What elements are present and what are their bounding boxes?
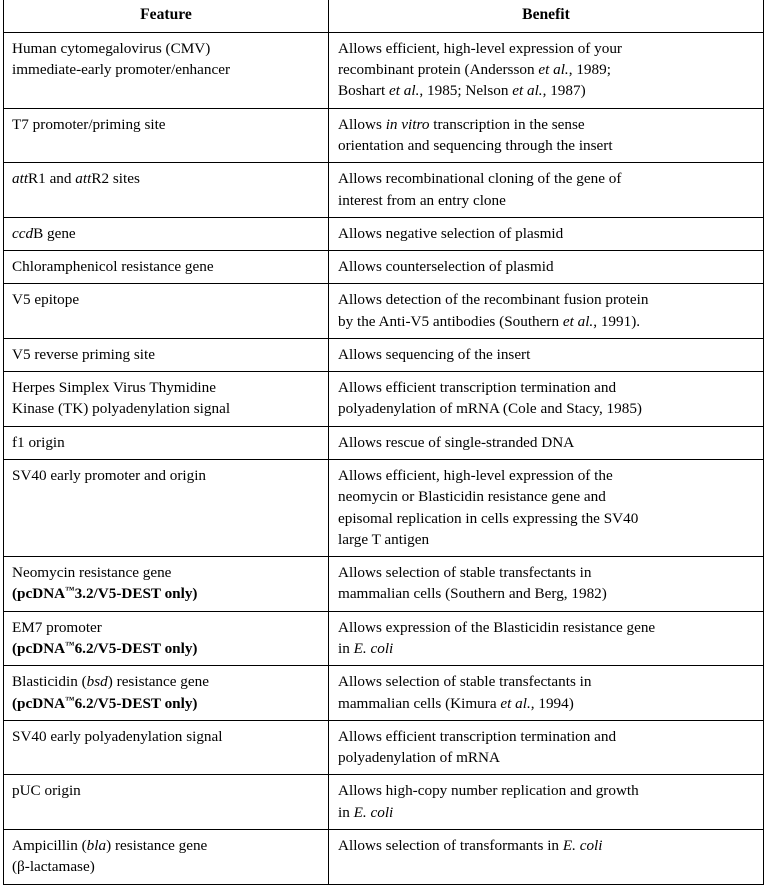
- benefit-cell: Allows selection of stable transfectants…: [328, 665, 764, 721]
- feature-cell: Blasticidin (bsd) resistance gene (pcDNA™…: [3, 665, 329, 721]
- feature-cell: Herpes Simplex Virus Thymidine Kinase (TK…: [3, 371, 329, 427]
- benefit-cell: Allows selection of stable transfectants…: [328, 556, 764, 612]
- table-row: Herpes Simplex Virus Thymidine Kinase (TK…: [3, 371, 764, 427]
- benefit-cell: Allows efficient transcription terminati…: [328, 371, 764, 427]
- benefit-cell: Allows selection of transformants in E. …: [328, 828, 764, 885]
- feature-cell: T7 promoter/priming site: [3, 107, 329, 164]
- feature-cell: V5 reverse priming site: [3, 337, 329, 373]
- benefit-cell: Allows rescue of single-stranded DNA: [328, 425, 764, 461]
- feature-cell: pUC origin: [3, 774, 329, 830]
- feature-cell: Chloramphenicol resistance gene: [3, 250, 329, 285]
- table-row: attR1 and attR2 sites Allows recombinati…: [3, 162, 764, 218]
- benefit-cell: Allows efficient transcription terminati…: [328, 719, 764, 776]
- benefit-cell: Allows recombinational cloning of the ge…: [328, 162, 764, 218]
- table-row: SV40 early polyadenylation signal Allows…: [3, 719, 764, 776]
- plasmid-features-table: Feature Benefit Human cytomegalovirus (C…: [3, 0, 764, 885]
- table-header-row: Feature Benefit: [3, 0, 764, 33]
- table-row: SV40 early promoter and origin Allows ef…: [3, 459, 764, 558]
- benefit-cell: Allows in vitro transcription in the sen…: [328, 107, 764, 164]
- feature-cell: EM7 promoter (pcDNA™6.2/V5-DEST only): [3, 610, 329, 667]
- feature-cell: Neomycin resistance gene (pcDNA™3.2/V5-DE…: [3, 556, 329, 612]
- benefit-cell: Allows efficient, high-level expression …: [328, 31, 764, 109]
- feature-cell: Human cytomegalovirus (CMV) immediate-ear…: [3, 31, 329, 109]
- benefit-cell: Allows negative selection of plasmid: [328, 216, 764, 252]
- feature-cell: SV40 early promoter and origin: [3, 459, 329, 558]
- benefit-cell: Allows high-copy number replication and …: [328, 774, 764, 830]
- table-row: Chloramphenicol resistance gene Allows c…: [3, 250, 764, 285]
- benefit-cell: Allows efficient, high-level expression …: [328, 459, 764, 558]
- table-row: Ampicillin (bla) resistance gene (β-lacta…: [3, 828, 764, 885]
- feature-cell: SV40 early polyadenylation signal: [3, 719, 329, 776]
- table-row: V5 epitope Allows detection of the recom…: [3, 283, 764, 339]
- table-row: f1 origin Allows rescue of single-strand…: [3, 425, 764, 461]
- table-row: Neomycin resistance gene (pcDNA™3.2/V5-DE…: [3, 556, 764, 612]
- table-row: EM7 promoter (pcDNA™6.2/V5-DEST only) All…: [3, 610, 764, 667]
- table-row: T7 promoter/priming site Allows in vitro…: [3, 107, 764, 164]
- benefit-cell: Allows expression of the Blasticidin res…: [328, 610, 764, 667]
- table-row: Human cytomegalovirus (CMV) immediate-ear…: [3, 31, 764, 109]
- table-row: V5 reverse priming site Allows sequencin…: [3, 337, 764, 373]
- benefit-cell: Allows detection of the recombinant fusi…: [328, 283, 764, 339]
- table-row: Blasticidin (bsd) resistance gene (pcDNA™…: [3, 665, 764, 721]
- feature-cell: Ampicillin (bla) resistance gene (β-lacta…: [3, 828, 329, 885]
- table-row: pUC origin Allows high-copy number repli…: [3, 774, 764, 830]
- feature-cell: ccdB gene: [3, 216, 329, 252]
- column-header-feature: Feature: [3, 0, 329, 33]
- feature-cell: V5 epitope: [3, 283, 329, 339]
- column-header-benefit: Benefit: [328, 0, 764, 33]
- table-row: ccdB gene Allows negative selection of p…: [3, 216, 764, 252]
- feature-cell: attR1 and attR2 sites: [3, 162, 329, 218]
- benefit-cell: Allows counterselection of plasmid: [328, 250, 764, 285]
- feature-cell: f1 origin: [3, 425, 329, 461]
- benefit-cell: Allows sequencing of the insert: [328, 337, 764, 373]
